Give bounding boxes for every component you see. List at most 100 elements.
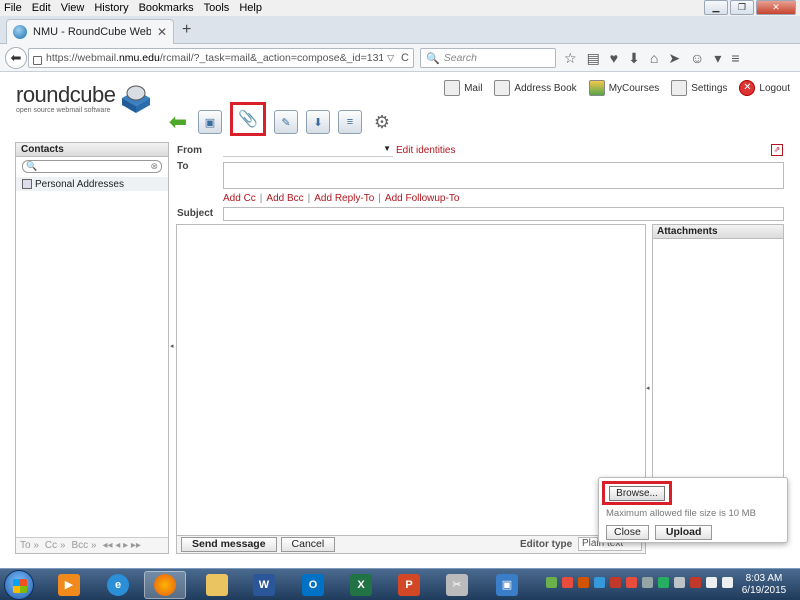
tab-close-icon[interactable]: ✕: [157, 25, 167, 39]
new-tab-button[interactable]: +: [182, 21, 191, 39]
send-icon[interactable]: ➤: [668, 50, 680, 67]
upload-dialog: Browse... Maximum allowed file size is 1…: [598, 477, 788, 543]
responses-button[interactable]: ≡: [338, 110, 362, 134]
from-select[interactable]: ▼: [223, 144, 393, 157]
to-field[interactable]: [223, 162, 784, 189]
cancel-button[interactable]: Cancel: [280, 537, 336, 552]
add-cc-link[interactable]: Add Cc: [223, 193, 256, 204]
url-text: https://webmail.nmu.edu/rcmail/?_task=ma…: [46, 52, 384, 64]
taskbar-media-player[interactable]: ▶: [48, 571, 90, 599]
attach-button[interactable]: 📎: [230, 102, 266, 136]
send-message-button[interactable]: Send message: [181, 537, 277, 552]
save-draft-button[interactable]: ⬇: [306, 110, 330, 134]
to-label: To: [177, 161, 189, 172]
back-to-list-button[interactable]: ⬅: [166, 109, 190, 134]
address-book-button[interactable]: ▣: [198, 110, 222, 134]
taskbar-file-explorer[interactable]: [196, 571, 238, 599]
pocket-icon[interactable]: ♥: [610, 50, 618, 67]
start-button[interactable]: [4, 570, 34, 600]
internet-explorer-icon: e: [107, 574, 129, 596]
upload-button[interactable]: Upload: [654, 525, 713, 540]
tray-icon-6[interactable]: [626, 577, 637, 588]
minimize-button[interactable]: ▁: [704, 0, 728, 15]
browse-button[interactable]: Browse...: [609, 485, 665, 501]
signature-button[interactable]: ✎: [274, 110, 298, 134]
contacts-header: Contacts: [16, 143, 168, 157]
search-bar[interactable]: 🔍 Search: [420, 48, 556, 68]
left-splitter-handle[interactable]: ◂: [170, 342, 174, 350]
nav-mycourses[interactable]: MyCourses: [588, 80, 659, 96]
search-placeholder: Search: [443, 52, 477, 64]
menu-tools[interactable]: Tools: [199, 0, 235, 16]
add-reply-to-link[interactable]: Add Reply-To: [314, 193, 374, 204]
clear-search-icon[interactable]: ⊗: [150, 161, 158, 172]
hamburger-menu-icon[interactable]: ≡: [731, 50, 739, 67]
taskbar-tools[interactable]: ✂: [436, 571, 478, 599]
overflow-chevron-icon[interactable]: ▾: [714, 50, 721, 67]
tray-icon-10[interactable]: [690, 577, 701, 588]
upload-dialog-buttons: Close Upload: [606, 525, 713, 540]
taskbar-excel[interactable]: X: [340, 571, 382, 599]
clock-date: 6/19/2015: [741, 585, 787, 596]
taskbar-virtualbox[interactable]: ▣: [486, 571, 528, 599]
bookmark-star-icon[interactable]: ☆: [564, 50, 577, 67]
menu-edit[interactable]: Edit: [27, 0, 56, 16]
insert-bcc-button[interactable]: Bcc »: [71, 540, 96, 551]
options-button[interactable]: ⚙: [370, 110, 394, 134]
subject-field[interactable]: [223, 207, 784, 221]
url-bar[interactable]: https://webmail.nmu.edu/rcmail/?_task=ma…: [28, 48, 414, 68]
tray-icon-5[interactable]: [610, 577, 621, 588]
tray-icon-9[interactable]: [674, 577, 685, 588]
menu-bookmarks[interactable]: Bookmarks: [134, 0, 199, 16]
pagination-controls[interactable]: ◂◂ ◂ ▸ ▸▸: [102, 540, 140, 551]
edit-identities-link[interactable]: Edit identities: [396, 145, 455, 156]
nav-logout[interactable]: ✕ Logout: [739, 80, 790, 96]
mail-icon: [444, 80, 461, 96]
volume-icon[interactable]: [722, 577, 733, 588]
window-close-button[interactable]: ✕: [756, 0, 796, 15]
message-body-editor[interactable]: [176, 224, 646, 536]
nav-settings[interactable]: Settings: [671, 80, 727, 96]
menu-history[interactable]: History: [89, 0, 133, 16]
taskbar-powerpoint[interactable]: P: [388, 571, 430, 599]
flag-icon[interactable]: [706, 577, 717, 588]
restore-button[interactable]: ❐: [730, 0, 754, 15]
insert-to-button[interactable]: To »: [20, 540, 39, 551]
tray-icon-7[interactable]: [642, 577, 653, 588]
popout-icon[interactable]: ⇗: [771, 144, 783, 156]
tray-icon-1[interactable]: [546, 577, 557, 588]
contacts-search-input[interactable]: 🔍 ⊗: [22, 160, 162, 173]
insert-cc-button[interactable]: Cc »: [45, 540, 66, 551]
menu-help[interactable]: Help: [234, 0, 267, 16]
responses-icon: ≡: [346, 116, 354, 128]
tray-icon-8[interactable]: [658, 577, 669, 588]
nav-mail[interactable]: Mail: [444, 80, 482, 96]
menu-view[interactable]: View: [56, 0, 90, 16]
address-book-label: Personal Addresses: [35, 178, 124, 190]
roundcube-logo[interactable]: roundcube open source webmail software: [16, 84, 116, 115]
close-button[interactable]: Close: [606, 525, 649, 540]
tray-icon-4[interactable]: [594, 577, 605, 588]
url-dropdown-icon[interactable]: ▽: [387, 53, 397, 64]
back-button[interactable]: ⬅: [5, 47, 27, 69]
tray-icon-2[interactable]: [562, 577, 573, 588]
menu-file[interactable]: File: [0, 0, 27, 16]
address-book-item[interactable]: Personal Addresses: [16, 177, 168, 191]
back-arrow-icon: ⬅: [168, 109, 188, 134]
taskbar-word[interactable]: W: [243, 571, 285, 599]
reload-icon[interactable]: C: [401, 52, 413, 64]
right-splitter-handle[interactable]: ◂: [646, 384, 650, 392]
home-icon[interactable]: ⌂: [650, 50, 658, 67]
downloads-icon[interactable]: ⬇: [628, 50, 640, 67]
taskbar-internet-explorer[interactable]: e: [97, 571, 139, 599]
tray-icon-3[interactable]: [578, 577, 589, 588]
nav-address-book[interactable]: Address Book: [494, 80, 577, 96]
addon-icon[interactable]: ☺: [690, 50, 704, 67]
browser-tab[interactable]: NMU - RoundCube Webm... ✕: [6, 19, 174, 44]
taskbar-firefox[interactable]: [144, 571, 186, 599]
taskbar-clock[interactable]: 8:03 AM 6/19/2015: [738, 573, 790, 597]
bookmarks-list-icon[interactable]: ▤: [587, 50, 600, 67]
taskbar-outlook[interactable]: O: [292, 571, 334, 599]
add-followup-to-link[interactable]: Add Followup-To: [385, 193, 459, 204]
add-bcc-link[interactable]: Add Bcc: [266, 193, 303, 204]
